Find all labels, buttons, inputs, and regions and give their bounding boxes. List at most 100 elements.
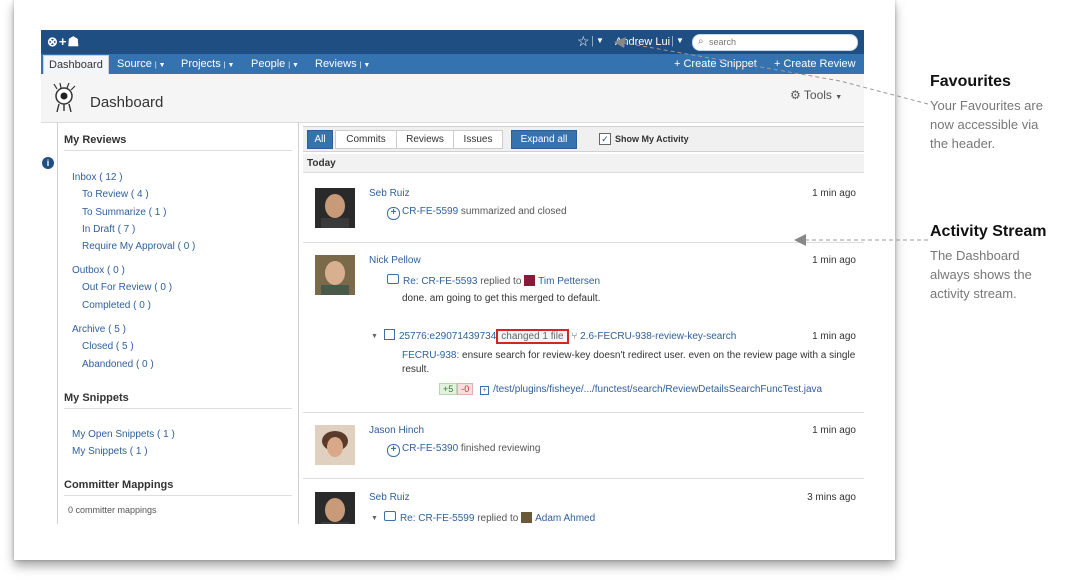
branch-icon: ⑂ xyxy=(571,331,578,342)
activity-timestamp: 1 min ago xyxy=(812,188,856,199)
filter-bar: All Commits Reviews Issues Expand all ✓ … xyxy=(303,126,864,152)
reply-link[interactable]: Re: CR-FE-5593 xyxy=(403,276,477,287)
favourites-callout-title: Favourites xyxy=(930,73,1011,90)
create-snippet-button[interactable]: + Create Snippet xyxy=(674,54,757,74)
show-my-activity-checkbox[interactable]: ✓ xyxy=(599,133,611,145)
callout-line: now accessible via xyxy=(930,117,1039,132)
filter-reviews-button[interactable]: Reviews xyxy=(396,130,454,149)
divider xyxy=(303,242,864,243)
committer-mappings-heading: Committer Mappings xyxy=(64,479,174,491)
activity-timestamp: 3 mins ago xyxy=(807,492,856,503)
user-dropdown-icon[interactable]: ▼ xyxy=(676,36,684,45)
chevron-down-icon: | ▼ xyxy=(154,62,166,69)
create-review-button[interactable]: + Create Review xyxy=(774,54,856,74)
chevron-down-icon: | ▼ xyxy=(288,62,299,69)
issue-link[interactable]: FECRU-938: xyxy=(402,350,459,361)
expand-all-button[interactable]: Expand all xyxy=(511,130,577,149)
sidebar-item-out-for-review[interactable]: Out For Review ( 0 ) xyxy=(82,282,172,293)
changed-files-badge[interactable]: changed 1 file xyxy=(496,329,569,344)
tools-menu[interactable]: ⚙ Tools ▼ xyxy=(790,88,842,102)
tab-people[interactable]: People | ▼ xyxy=(251,54,299,74)
fisheye-crucible-app: ⊗+☗ ☆ | ▼ Andrew Lui | ▼ ⌕ Dashboard Sou… xyxy=(41,30,864,524)
sidebar: My Reviews Inbox ( 12 ) To Review ( 4 ) … xyxy=(57,122,299,524)
sidebar-item-completed[interactable]: Completed ( 0 ) xyxy=(82,300,151,311)
sidebar-item-closed[interactable]: Closed ( 5 ) xyxy=(82,341,134,352)
activity-summary: + CR-FE-5599 summarized and closed xyxy=(387,206,567,220)
tab-projects[interactable]: Projects | ▼ xyxy=(181,54,234,74)
activity-user-link[interactable]: Seb Ruiz xyxy=(369,188,410,199)
commit-message: FECRU-938: ensure search for review-key … xyxy=(402,350,855,361)
top-bar: ⊗+☗ ☆ | ▼ Andrew Lui | ▼ ⌕ xyxy=(41,30,864,54)
today-label: Today xyxy=(307,158,336,169)
target-user-link[interactable]: Tim Pettersen xyxy=(538,276,600,287)
sidebar-item-require-approval[interactable]: Require My Approval ( 0 ) xyxy=(82,241,195,252)
replied-to-text: replied to xyxy=(480,276,522,287)
avatar[interactable] xyxy=(315,255,355,295)
activity-stream-callout-title: Activity Stream xyxy=(930,223,1047,240)
comment-icon xyxy=(383,511,396,521)
tab-reviews[interactable]: Reviews | ▼ xyxy=(315,54,370,74)
sidebar-item-to-review[interactable]: To Review ( 4 ) xyxy=(82,189,149,200)
sidebar-item-my-snippets[interactable]: My Snippets ( 1 ) xyxy=(72,446,148,457)
info-icon[interactable]: i xyxy=(42,157,54,169)
changeset-icon xyxy=(383,329,395,340)
activity-user-link[interactable]: Seb Ruiz xyxy=(369,492,410,503)
commit-link[interactable]: 25776:e29071439734 xyxy=(399,331,496,342)
sidebar-item-archive[interactable]: Archive ( 5 ) xyxy=(72,324,126,335)
committer-count: 0 committer mappings xyxy=(68,505,157,515)
filter-issues-button[interactable]: Issues xyxy=(453,130,503,149)
favourites-star-icon[interactable]: ☆ xyxy=(577,33,590,50)
avatar[interactable] xyxy=(315,188,355,228)
search-box[interactable]: ⌕ xyxy=(692,34,858,51)
sidebar-item-to-summarize[interactable]: To Summarize ( 1 ) xyxy=(82,207,166,218)
filter-all-button[interactable]: All xyxy=(307,130,333,149)
comment-reply-line: Re: CR-FE-5593 replied to Tim Pettersen xyxy=(387,274,600,287)
sidebar-item-abandoned[interactable]: Abandoned ( 0 ) xyxy=(82,359,154,370)
reply-link[interactable]: Re: CR-FE-5599 xyxy=(400,513,474,524)
favourites-dropdown-icon[interactable]: ▼ xyxy=(596,36,604,45)
activity-timestamp: 1 min ago xyxy=(812,255,856,266)
branch-link[interactable]: 2.6-FECRU-938-review-key-search xyxy=(580,331,736,342)
fisheye-mascot-icon xyxy=(53,83,76,113)
tab-label: Reviews xyxy=(315,58,357,70)
sidebar-item-inbox[interactable]: Inbox ( 12 ) xyxy=(72,172,123,183)
app-logo[interactable]: ⊗+☗ xyxy=(47,34,80,50)
activity-user-link[interactable]: Nick Pellow xyxy=(369,255,421,266)
favourites-callout-body: Your Favourites are now accessible via t… xyxy=(930,96,1043,153)
expand-toggle-icon[interactable]: ▼ xyxy=(371,515,378,522)
review-link[interactable]: CR-FE-5390 xyxy=(402,443,458,454)
filter-commits-button[interactable]: Commits xyxy=(335,130,397,149)
sidebar-item-outbox[interactable]: Outbox ( 0 ) xyxy=(72,265,125,276)
replied-to-text: replied to xyxy=(477,513,519,524)
callout-line: the header. xyxy=(930,136,996,151)
file-toggle-icon[interactable]: + xyxy=(480,386,490,395)
file-path-link[interactable]: /test/plugins/fisheye/.../functest/searc… xyxy=(493,384,822,395)
sidebar-item-my-open-snippets[interactable]: My Open Snippets ( 1 ) xyxy=(72,429,175,440)
comment-text: done. am going to get this merged to def… xyxy=(402,293,601,304)
avatar[interactable] xyxy=(315,425,355,465)
chevron-down-icon: | ▼ xyxy=(359,62,371,69)
file-change-line: +5 -0 +/test/plugins/fisheye/.../functest… xyxy=(439,383,822,395)
chevron-down-icon: ▼ xyxy=(835,94,843,101)
tab-source[interactable]: Source | ▼ xyxy=(117,54,166,74)
sidebar-item-in-draft[interactable]: In Draft ( 7 ) xyxy=(82,224,135,235)
divider: | xyxy=(671,35,674,47)
commit-message-cont: result. xyxy=(402,364,430,375)
target-user-link[interactable]: Adam Ahmed xyxy=(535,513,595,524)
expand-toggle-icon[interactable]: ▼ xyxy=(371,333,378,340)
activity-user-link[interactable]: Jason Hinch xyxy=(369,425,424,436)
review-link[interactable]: CR-FE-5599 xyxy=(402,206,458,217)
commit-timestamp: 1 min ago xyxy=(812,331,856,342)
avatar[interactable] xyxy=(315,492,355,524)
callout-line: The Dashboard xyxy=(930,248,1020,263)
search-input[interactable] xyxy=(709,36,849,48)
review-plus-icon: + xyxy=(387,444,400,457)
activity-timestamp: 1 min ago xyxy=(812,425,856,436)
mini-avatar xyxy=(521,512,533,523)
mini-avatar xyxy=(524,275,536,286)
activity-stream: All Commits Reviews Issues Expand all ✓ … xyxy=(303,122,864,524)
lines-removed-badge: -0 xyxy=(457,383,474,395)
tab-dashboard[interactable]: Dashboard xyxy=(43,55,109,75)
user-menu[interactable]: Andrew Lui xyxy=(615,36,670,48)
tab-label: Projects xyxy=(181,58,221,70)
